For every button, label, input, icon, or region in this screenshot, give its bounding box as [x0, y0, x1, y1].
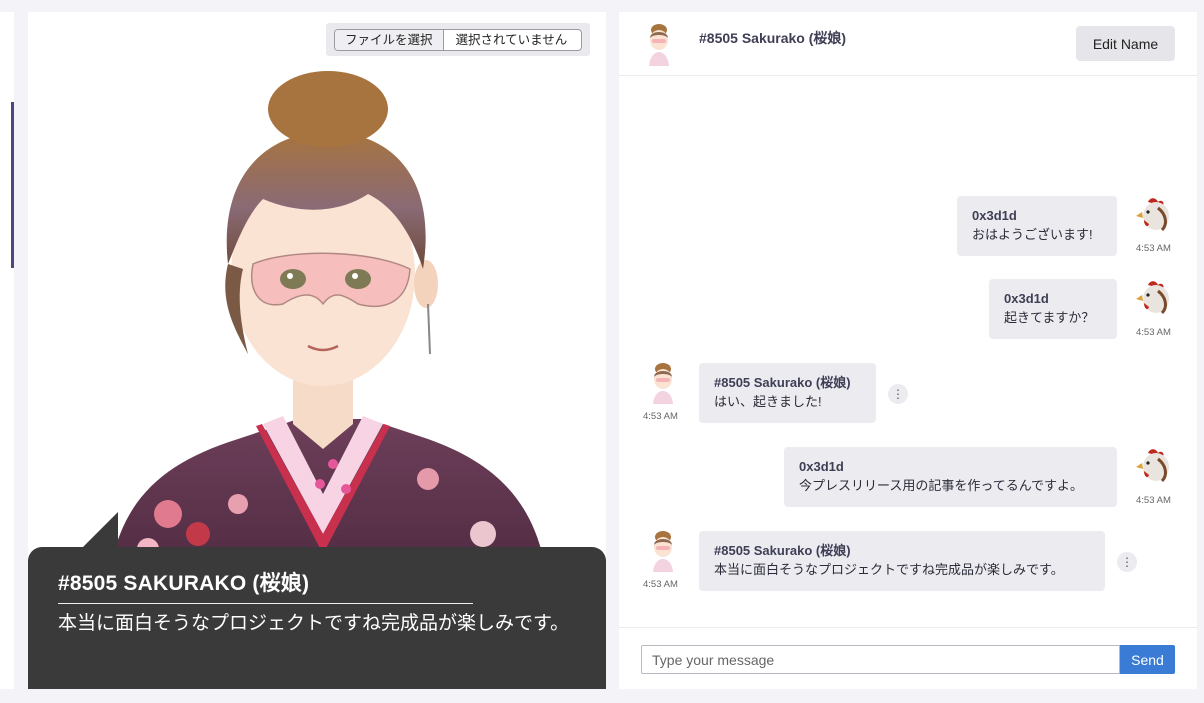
message-text: はい、起きました!: [714, 394, 822, 409]
caption-tail: [78, 512, 118, 552]
message-text: おはようございます!: [972, 227, 1093, 242]
sakurako-avatar: [653, 363, 673, 404]
caption-text: 本当に面白そうなプロジェクトですね完成品が楽しみです。: [58, 613, 570, 634]
sidebar-active-indicator: [11, 102, 14, 268]
message-bubble: 0x3d1d 今プレスリリース用の記事を作ってるんですよ。: [784, 447, 1117, 507]
rooster-icon: [1135, 446, 1173, 484]
speech-caption: #8505 SAKURAKO (桜娘) 本当に面白そうなプロジェクトですね完成品…: [28, 547, 606, 689]
message-text: 起きてますか？: [1004, 310, 1095, 325]
message-time: 4:53 AM: [1136, 327, 1171, 338]
message-sender: #8505 Sakurako (桜娘): [714, 543, 851, 558]
chat-panel: #8505 Sakurako (桜娘) Edit Name 0x3d1d おはよ…: [619, 12, 1197, 689]
message-composer: Send: [619, 627, 1197, 689]
message-text: 本当に面白そうなプロジェクトですね完成品が楽しみです。: [714, 562, 1064, 577]
message-sender: 0x3d1d: [972, 208, 1017, 223]
send-button[interactable]: Send: [1120, 645, 1175, 674]
message-text: 今プレスリリース用の記事を作ってるんですよ。: [799, 478, 1084, 493]
message-bubble: 0x3d1d おはようございます!: [957, 196, 1117, 256]
character-illustration: [108, 71, 548, 584]
message-time: 4:53 AM: [1136, 495, 1171, 506]
message-sender: 0x3d1d: [799, 459, 844, 474]
message-sender: #8505 Sakurako (桜娘): [714, 375, 851, 390]
character-stage: ファイルを選択 選択されていません #8505 SAKURAKO (桜娘) 本当…: [28, 12, 606, 689]
rooster-icon: [1135, 278, 1173, 316]
message-time: 4:53 AM: [643, 411, 678, 422]
message-bubble: 0x3d1d 起きてますか？: [989, 279, 1117, 339]
message-time: 4:53 AM: [643, 579, 678, 590]
message-bubble: #8505 Sakurako (桜娘) 本当に面白そうなプロジェクトですね完成品…: [699, 531, 1105, 591]
chat-header: #8505 Sakurako (桜娘) Edit Name: [619, 12, 1197, 76]
message-time: 4:53 AM: [1136, 243, 1171, 254]
chat-contact-name: #8505 Sakurako (桜娘): [699, 30, 847, 46]
file-status: 選択されていません: [455, 32, 568, 47]
message-options-icon[interactable]: ⋮: [1117, 552, 1137, 572]
choose-file-button[interactable]: ファイルを選択: [335, 29, 444, 50]
caption-name: #8505 SAKURAKO (桜娘): [58, 567, 473, 604]
message-input[interactable]: [641, 645, 1120, 674]
sakurako-avatar: [649, 24, 669, 66]
edit-name-button[interactable]: Edit Name: [1076, 26, 1175, 61]
message-bubble: #8505 Sakurako (桜娘) はい、起きました!: [699, 363, 876, 423]
rooster-icon: [1135, 195, 1173, 233]
message-sender: 0x3d1d: [1004, 291, 1049, 306]
sakurako-avatar: [653, 531, 673, 572]
message-options-icon[interactable]: ⋮: [888, 384, 908, 404]
file-picker[interactable]: ファイルを選択 選択されていません: [326, 23, 590, 56]
